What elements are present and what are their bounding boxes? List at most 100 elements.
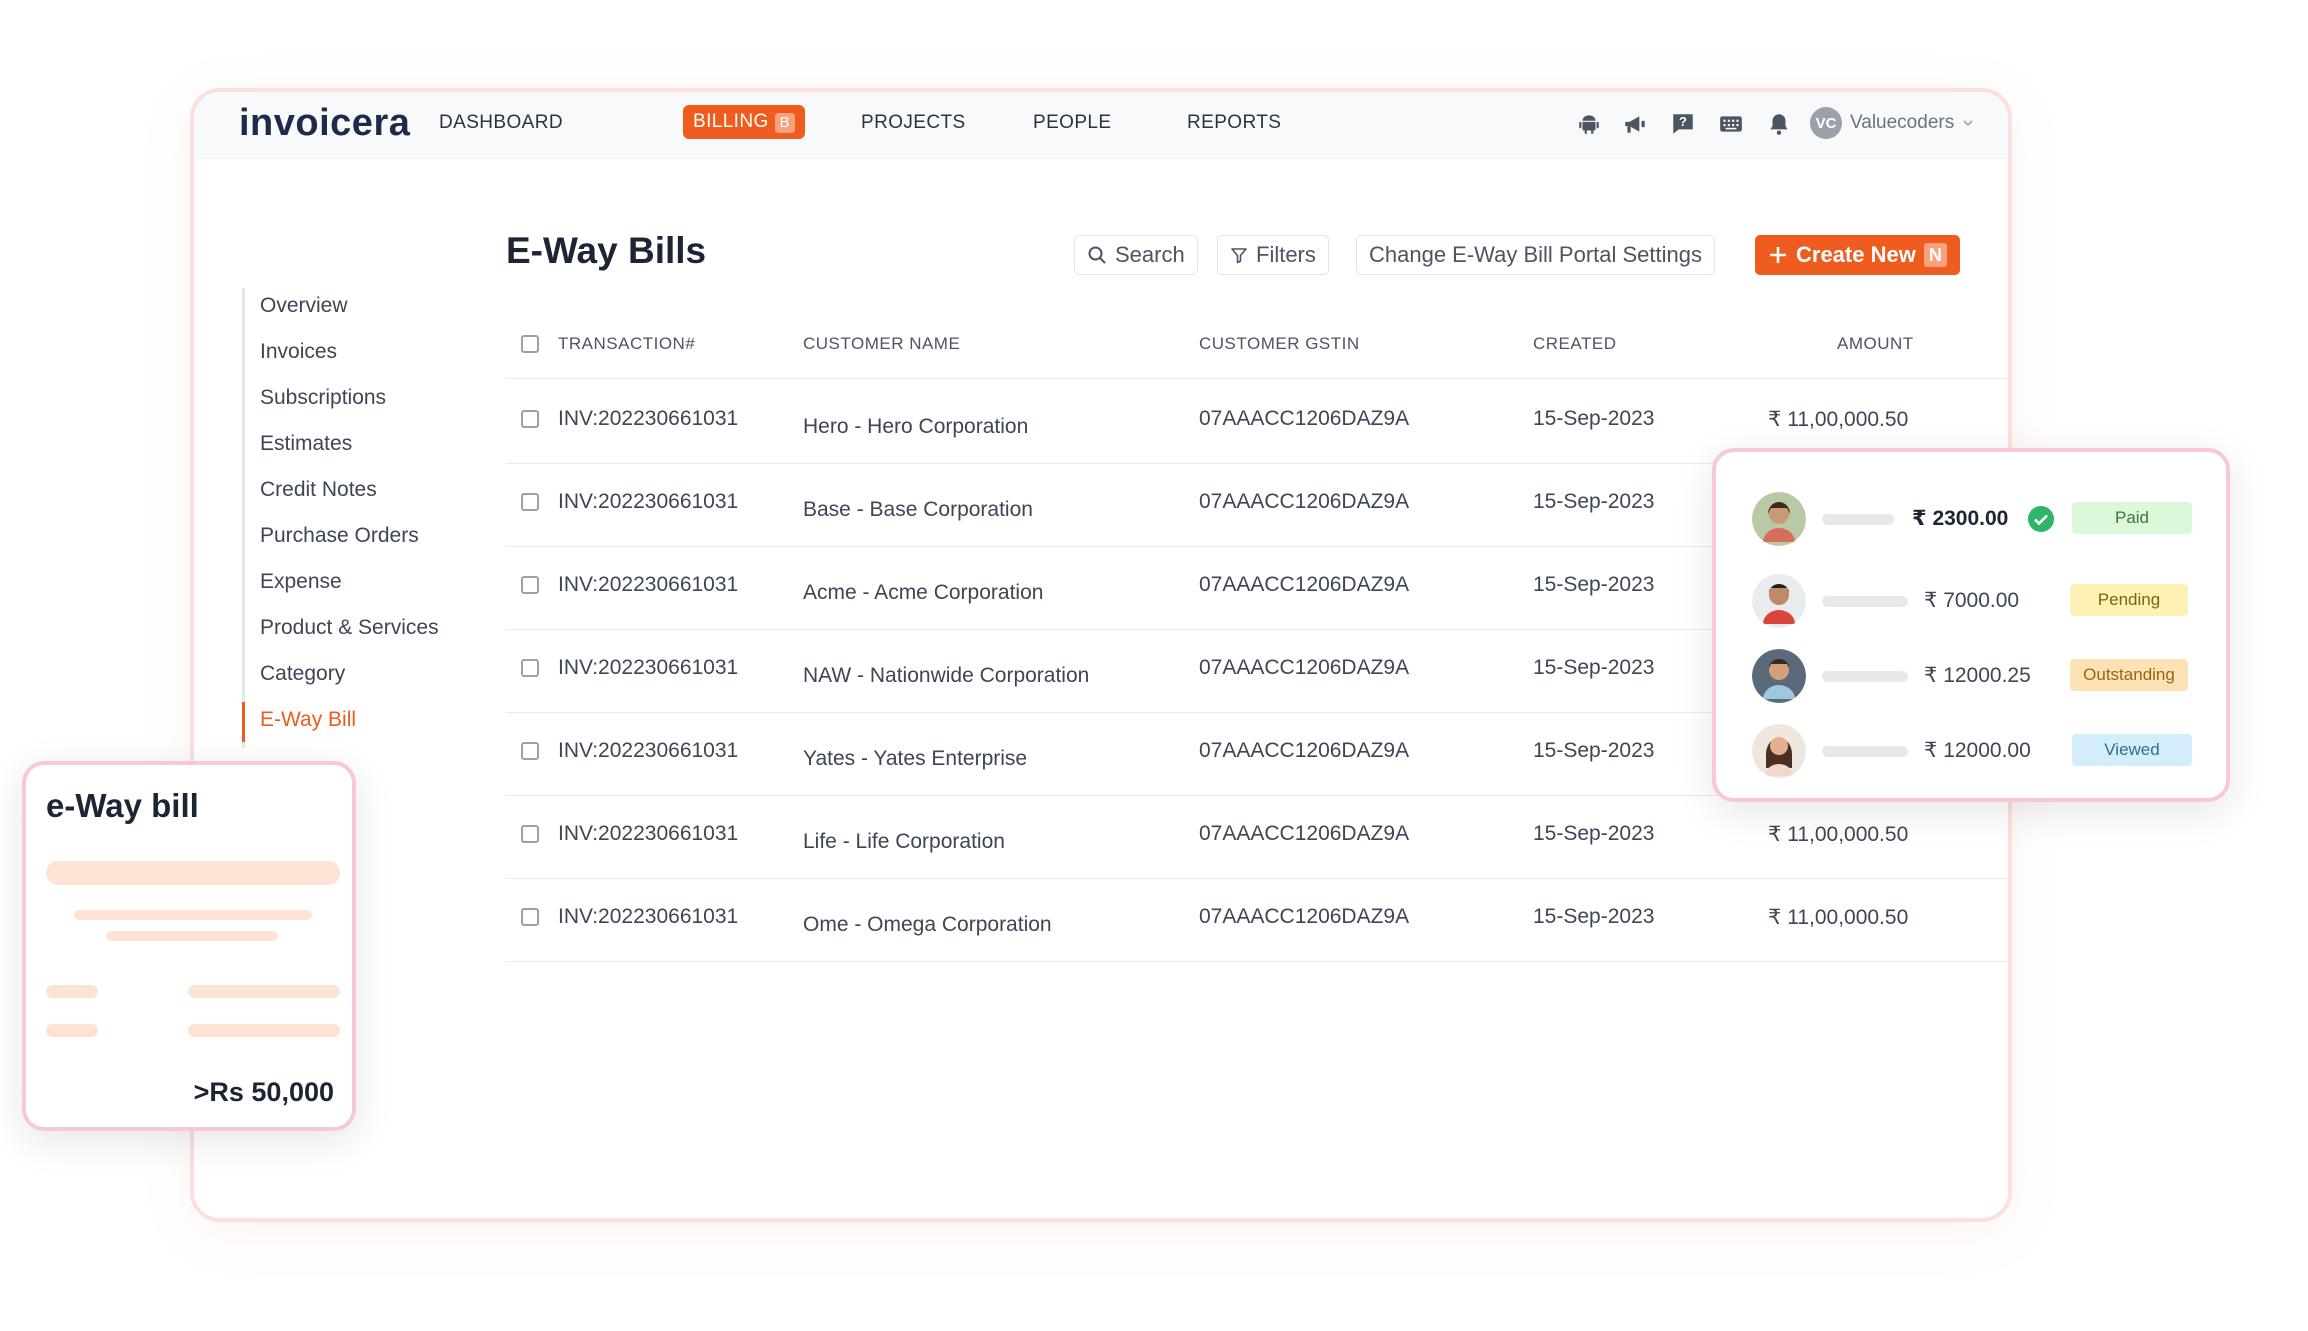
created-date: 15-Sep-2023 xyxy=(1533,739,1655,762)
nav-dashboard[interactable]: DASHBOARD xyxy=(439,112,563,134)
eway-portal-settings-label: Change E-Way Bill Portal Settings xyxy=(1369,242,1702,267)
created-date: 15-Sep-2023 xyxy=(1533,573,1655,596)
column-customer-name[interactable]: CUSTOMER NAME xyxy=(803,334,960,354)
customer-gstin: 07AAACC1206DAZ9A xyxy=(1199,905,1410,928)
status-badge-pending: Pending xyxy=(2070,584,2188,616)
amount: ₹ 11,00,000.50 xyxy=(1768,906,1909,929)
app-logo[interactable]: invoicera xyxy=(239,102,410,145)
created-date: 15-Sep-2023 xyxy=(1533,407,1655,430)
status-amount: ₹ 7000.00 xyxy=(1924,589,2020,612)
filters-button[interactable]: Filters xyxy=(1217,235,1329,275)
nav-billing-shortcut-badge: B xyxy=(774,113,796,133)
placeholder-bar xyxy=(106,931,278,941)
transaction-number[interactable]: INV:202230661031 xyxy=(558,656,738,680)
status-amount: ₹ 12000.00 xyxy=(1924,739,2031,762)
nav-billing[interactable]: BILLING B xyxy=(683,105,806,139)
nav-projects[interactable]: PROJECTS xyxy=(861,112,966,134)
keyboard-icon[interactable] xyxy=(1718,111,1744,137)
customer-gstin: 07AAACC1206DAZ9A xyxy=(1199,656,1410,679)
status-badge-label: Pending xyxy=(2097,590,2161,609)
status-row: ₹ 7000.00 Pending xyxy=(1752,574,2192,632)
megaphone-icon[interactable] xyxy=(1622,111,1648,137)
sidebar-item-expense[interactable]: Expense xyxy=(245,564,439,610)
create-new-button[interactable]: Create New N xyxy=(1755,235,1960,275)
sidebar-item-invoices[interactable]: Invoices xyxy=(245,334,439,380)
transaction-number[interactable]: INV:202230661031 xyxy=(558,573,738,597)
top-nav-bar: invoicera DASHBOARD BILLING B PROJECTS PE… xyxy=(194,92,2008,159)
bell-icon[interactable] xyxy=(1766,111,1792,137)
column-customer-gstin[interactable]: CUSTOMER GSTIN xyxy=(1199,334,1360,354)
transaction-number[interactable]: INV:202230661031 xyxy=(558,407,738,431)
column-created[interactable]: CREATED xyxy=(1533,334,1616,354)
placeholder-bar xyxy=(74,910,312,920)
customer-name: Hero - Hero Corporation xyxy=(803,415,1029,438)
placeholder-bar xyxy=(188,1024,340,1037)
nav-reports[interactable]: REPORTS xyxy=(1187,112,1281,134)
created-date: 15-Sep-2023 xyxy=(1533,490,1655,513)
search-button[interactable]: Search xyxy=(1074,235,1198,275)
status-badge-outstanding: Outstanding xyxy=(2070,659,2188,691)
android-icon[interactable] xyxy=(1576,111,1602,137)
table-row[interactable]: INV:202230661031 Life - Life Corporation… xyxy=(506,795,2008,879)
row-checkbox[interactable] xyxy=(521,908,539,926)
placeholder-bar xyxy=(188,985,340,998)
customer-name: Life - Life Corporation xyxy=(803,830,1005,853)
created-date: 15-Sep-2023 xyxy=(1533,905,1655,928)
sidebar-item-eway-bill[interactable]: E-Way Bill xyxy=(242,702,439,748)
customer-gstin: 07AAACC1206DAZ9A xyxy=(1199,407,1410,430)
sidebar: Overview Invoices Subscriptions Estimate… xyxy=(242,288,439,748)
nav-people[interactable]: PEOPLE xyxy=(1033,112,1111,134)
sidebar-item-estimates[interactable]: Estimates xyxy=(245,426,439,472)
customer-avatar xyxy=(1752,574,1806,628)
row-checkbox[interactable] xyxy=(521,659,539,677)
status-amount: ₹ 12000.25 xyxy=(1924,664,2031,687)
filter-icon xyxy=(1231,248,1247,264)
eway-portal-settings-button[interactable]: Change E-Way Bill Portal Settings xyxy=(1356,235,1715,275)
user-avatar: VC xyxy=(1810,107,1842,139)
nav-billing-label: BILLING xyxy=(693,111,769,132)
status-row: ₹ 2300.00 Paid xyxy=(1752,492,2192,550)
status-badge-label: Outstanding xyxy=(2083,665,2175,684)
sidebar-item-product-services[interactable]: Product & Services xyxy=(245,610,439,656)
customer-gstin: 07AAACC1206DAZ9A xyxy=(1199,573,1410,596)
sidebar-item-category[interactable]: Category xyxy=(245,656,439,702)
transaction-number[interactable]: INV:202230661031 xyxy=(558,739,738,763)
status-row: ₹ 12000.00 Viewed xyxy=(1752,724,2192,782)
select-all-checkbox[interactable] xyxy=(521,335,539,353)
status-badge-label: Viewed xyxy=(2104,740,2160,759)
eway-bill-card-title: e-Way bill xyxy=(46,787,199,824)
check-circle-icon xyxy=(2028,506,2054,532)
user-menu[interactable]: VC Valuecoders xyxy=(1810,105,1974,141)
row-checkbox[interactable] xyxy=(521,742,539,760)
placeholder-bar xyxy=(1822,746,1908,757)
transaction-number[interactable]: INV:202230661031 xyxy=(558,822,738,846)
customer-name: NAW - Nationwide Corporation xyxy=(803,664,1090,687)
row-checkbox[interactable] xyxy=(521,493,539,511)
sidebar-item-credit-notes[interactable]: Credit Notes xyxy=(245,472,439,518)
status-row: ₹ 12000.25 Outstanding xyxy=(1752,649,2192,707)
customer-avatar xyxy=(1752,649,1806,703)
row-checkbox[interactable] xyxy=(521,825,539,843)
eway-bill-card: e-Way bill >Rs 50,000 xyxy=(22,761,356,1131)
status-amount: ₹ 2300.00 xyxy=(1912,507,2009,530)
row-checkbox[interactable] xyxy=(521,576,539,594)
column-amount[interactable]: AMOUNT xyxy=(1837,334,1914,354)
transaction-number[interactable]: INV:202230661031 xyxy=(558,490,738,514)
sidebar-item-subscriptions[interactable]: Subscriptions xyxy=(245,380,439,426)
column-transaction[interactable]: TRANSACTION# xyxy=(558,334,695,354)
placeholder-bar xyxy=(46,1024,98,1037)
search-button-label: Search xyxy=(1115,242,1185,267)
page-title: E-Way Bills xyxy=(506,230,707,271)
table-row[interactable]: INV:202230661031 Ome - Omega Corporation… xyxy=(506,878,2008,962)
row-checkbox[interactable] xyxy=(521,410,539,428)
transaction-number[interactable]: INV:202230661031 xyxy=(558,905,738,929)
status-badge-label: Paid xyxy=(2114,508,2150,527)
sidebar-item-overview[interactable]: Overview xyxy=(245,288,439,334)
help-icon[interactable]: ? xyxy=(1670,111,1696,137)
sidebar-item-purchase-orders[interactable]: Purchase Orders xyxy=(245,518,439,564)
amount: ₹ 11,00,000.50 xyxy=(1768,823,1909,846)
amount: ₹ 11,00,000.50 xyxy=(1768,408,1909,431)
search-icon xyxy=(1088,246,1106,264)
placeholder-bar xyxy=(1822,514,1894,525)
customer-gstin: 07AAACC1206DAZ9A xyxy=(1199,739,1410,762)
